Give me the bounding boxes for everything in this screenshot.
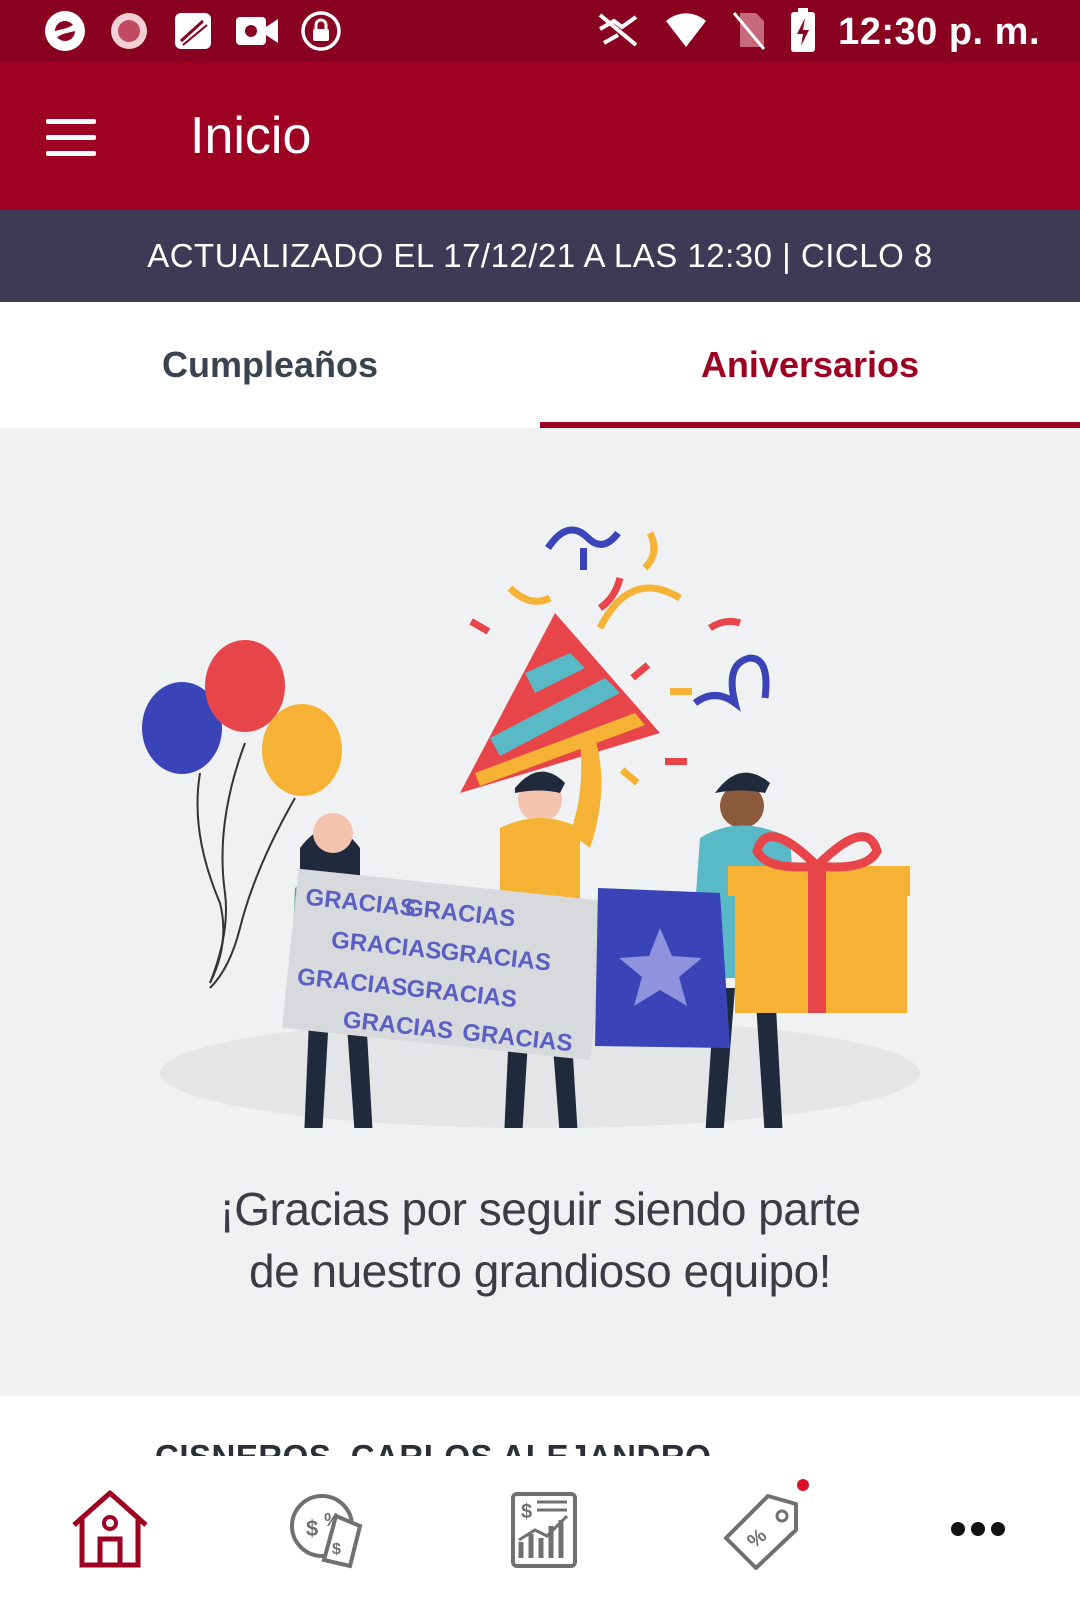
home-icon [72, 1490, 148, 1568]
video-icon [234, 10, 280, 52]
status-bar-notifications [42, 10, 344, 52]
thank-you-message: ¡Gracias por seguir siendo parte de nues… [0, 1178, 1080, 1302]
hamburger-icon [46, 118, 96, 124]
update-banner: ACTUALIZADO EL 17/12/21 A LAS 12:30 | CI… [0, 210, 1080, 302]
cast-off-icon [594, 9, 642, 56]
blackberry-icon [170, 10, 216, 52]
status-bar-system: 12:30 p. m. [594, 8, 1040, 57]
app-bar: Inicio [0, 62, 1080, 210]
nav-sales[interactable]: $ [494, 1479, 594, 1579]
lock-icon [298, 10, 344, 52]
notification-dot [797, 1479, 809, 1491]
nav-finance[interactable]: $ % $ [277, 1479, 377, 1579]
tab-birthdays[interactable]: Cumpleaños [0, 302, 540, 428]
thank-you-line-2: de nuestro grandioso equipo! [249, 1245, 831, 1297]
tab-bar: Cumpleaños Aniversarios [0, 302, 1080, 428]
money-discount-icon: $ % $ [290, 1494, 363, 1569]
status-time: 12:30 p. m. [838, 11, 1040, 53]
celebration-illustration: GRACIAS GRACIAS GRACIAS GRACIAS GRACIAS … [142, 526, 920, 1128]
sales-chart-icon: $ [511, 1492, 577, 1568]
tab-anniversaries[interactable]: Aniversarios [540, 302, 1080, 428]
nav-more[interactable] [928, 1479, 1028, 1579]
battery-charging-icon [790, 8, 816, 57]
status-bar: 12:30 p. m. [0, 0, 1080, 62]
svg-text:$: $ [332, 1541, 341, 1558]
nav-home[interactable] [60, 1479, 160, 1579]
no-sim-icon [730, 9, 768, 56]
svg-text:$: $ [306, 1516, 318, 1541]
wifi-icon [664, 11, 708, 54]
more-icon [951, 1522, 1005, 1536]
page-title: Inicio [190, 107, 312, 165]
app-icon [42, 10, 88, 52]
svg-text:$: $ [521, 1501, 532, 1523]
list-item-name[interactable]: CISNEROS, CARLOS ALEJANDRO [155, 1438, 711, 1456]
anniversaries-panel: GRACIAS GRACIAS GRACIAS GRACIAS GRACIAS … [0, 428, 1080, 1396]
app-icon [106, 10, 152, 52]
price-tag-icon: % [724, 1494, 798, 1570]
svg-text:%: % [743, 1524, 771, 1552]
thank-you-line-1: ¡Gracias por seguir siendo parte [219, 1183, 861, 1235]
menu-button[interactable] [36, 102, 106, 172]
nav-promotions[interactable]: % [711, 1479, 811, 1579]
bottom-navigation: $ % $ $ % [0, 1456, 1080, 1620]
anniversary-list: CISNEROS, CARLOS ALEJANDRO [0, 1396, 1080, 1456]
